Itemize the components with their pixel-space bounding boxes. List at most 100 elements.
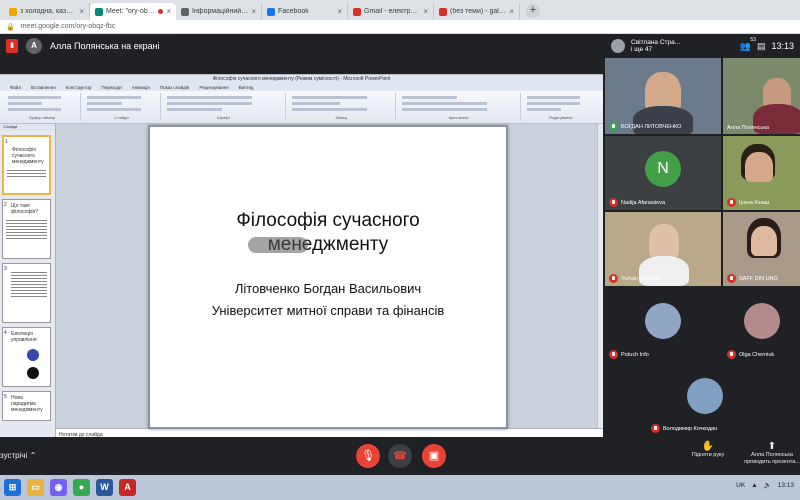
explorer-icon[interactable]: ▭ <box>27 479 44 496</box>
participant-name: SAFF DIN UNO <box>727 274 778 283</box>
mic-off-icon <box>651 424 660 433</box>
facebook-favicon-icon <box>267 7 275 16</box>
ribbon-group: Редагування <box>523 93 599 121</box>
speaking-mic-icon <box>609 122 618 131</box>
url-text[interactable]: meet.google.com/ory-obqz-fbc <box>21 23 116 30</box>
tab-close-icon[interactable]: × <box>166 7 171 16</box>
slide-thumbnail: 5 Нова парадигма менеджменту <box>2 391 51 421</box>
ribbon-group: Слайди <box>83 93 161 121</box>
tab-title: Facebook <box>278 8 309 15</box>
new-tab-button[interactable]: + <box>526 4 540 18</box>
language-indicator[interactable]: UK <box>736 482 745 489</box>
slide-author: Літовченко Богдан Васильович <box>234 281 422 296</box>
participant-tile[interactable]: Алла Полянська <box>723 58 800 134</box>
participant-tile[interactable]: Potuch Info <box>605 288 721 362</box>
chat-icon[interactable]: ▤ <box>757 41 766 52</box>
tab-favicon-icon <box>9 7 17 16</box>
gmail-favicon-icon <box>439 7 447 16</box>
volume-icon[interactable]: 🔈 <box>764 481 772 489</box>
slide-thumbnail: 2 Що таке філософія? <box>2 199 51 259</box>
avatar <box>611 39 625 53</box>
participant-tile[interactable]: Olga Cherniuk <box>723 288 800 362</box>
participant-tile[interactable]: БОГДАН ЛИТОВЧЕНКО <box>605 58 721 134</box>
tab-title: Meet: "ory-obqz-fbc" <box>106 8 156 15</box>
tab-close-icon[interactable]: × <box>251 7 256 16</box>
gmail-favicon-icon <box>353 7 361 16</box>
tray-clock[interactable]: 13:13 <box>778 482 794 489</box>
mic-off-icon <box>727 350 736 359</box>
ppt-ribbon: Буфер обміну Слайди Шрифт Абзац Кресленн… <box>0 91 603 124</box>
avatar <box>687 378 723 414</box>
start-icon[interactable]: ⊞ <box>4 479 21 496</box>
ribbon-group: Абзац <box>288 93 396 121</box>
participant-tile[interactable]: Yurkan Sheydak <box>605 212 721 286</box>
slide-university: Університет митної справи та фінансів <box>211 303 445 318</box>
ribbon-group: Шрифт <box>163 93 286 121</box>
meet-logo-icon: ▮ <box>6 39 18 53</box>
ribbon-tab: Конструктор <box>65 84 92 90</box>
participant-name: БОГДАН ЛИТОВЧЕНКО <box>609 122 681 131</box>
slide-scrollbar[interactable] <box>597 124 603 428</box>
meeting-details-button[interactable]: зустрічі ⌃ <box>0 451 36 460</box>
pdf-favicon-icon <box>181 7 189 16</box>
ribbon-tab: Вигляд <box>238 84 254 90</box>
participant-name: Yurkan Sheydak <box>609 274 661 283</box>
mic-toggle-button[interactable]: 🎙 <box>356 444 380 468</box>
ppt-ribbon-tabs: Файл Вставлення Конструктор Переходи Ані… <box>0 83 603 91</box>
tab-close-icon[interactable]: × <box>79 7 84 16</box>
tab-close-icon[interactable]: × <box>509 7 514 16</box>
recording-dot-icon <box>158 9 164 14</box>
tab-close-icon[interactable]: × <box>423 7 428 16</box>
mic-off-icon <box>609 350 618 359</box>
ppt-window-title: Філософія сучасного менеджменту (Режим с… <box>0 75 603 83</box>
browser-tab[interactable]: Facebook × <box>262 3 348 20</box>
slides-panel-label: Слайди <box>0 124 55 131</box>
mic-off-icon <box>609 274 618 283</box>
people-icon[interactable]: 👥 53 <box>740 37 756 52</box>
browser-tab[interactable]: з холодна, казнаненч× <box>4 3 90 20</box>
slide-title: Філософія сучасного менеджменту <box>236 210 420 255</box>
network-icon[interactable]: ▲ <box>751 482 757 489</box>
browser-tab[interactable]: Gmail - електронна пошта від× <box>348 3 434 20</box>
browser-tab[interactable]: (без теми) - galaprolov@gmail× <box>434 3 520 20</box>
ribbon-group: Креслення <box>398 93 521 121</box>
meeting-info-bar: Світлана Стра... і ще 47 👥 53 ▤ 13:13 <box>605 34 800 58</box>
viber-icon[interactable]: ◉ <box>50 479 67 496</box>
avatar <box>743 303 780 339</box>
tab-title: Інформаційний_вопт.pdf <box>192 8 248 15</box>
ribbon-group: Буфер обміну <box>4 93 82 121</box>
participant-tile[interactable]: SAFF DIN UNO <box>723 212 800 286</box>
ribbon-tab: Показ слайдів <box>159 84 190 90</box>
camera-toggle-button[interactable]: ▣ <box>422 444 446 468</box>
participant-tile[interactable]: N Nadija Afanasieva <box>605 136 721 210</box>
mic-off-icon <box>727 274 736 283</box>
ribbon-tab: Анімація <box>131 84 150 90</box>
current-slide: Філософія сучасного менеджменту Літовчен… <box>148 125 508 429</box>
participant-name: Potuch Info <box>609 350 649 359</box>
speaker-info: Світлана Стра... і ще 47 <box>631 39 681 53</box>
raise-hand-button[interactable]: ✋ Підняти руку <box>680 442 736 459</box>
leave-call-button[interactable]: ☎ <box>388 444 412 468</box>
participant-tile[interactable]: Володимир Кочкодан <box>647 364 763 436</box>
pdf-icon[interactable]: A <box>119 479 136 496</box>
browser-tab[interactable]: Інформаційний_вопт.pdf× <box>176 3 262 20</box>
chrome-icon[interactable]: ● <box>73 479 90 496</box>
word-icon[interactable]: W <box>96 479 113 496</box>
address-bar[interactable]: 🔒 meet.google.com/ory-obqz-fbc <box>0 20 800 34</box>
participant-name: Nadija Afanasieva <box>609 198 665 207</box>
presentation-button[interactable]: ⬆ Алла Полянська проводить презента... <box>744 442 800 466</box>
ribbon-tab: Вставлення <box>31 84 56 90</box>
os-taskbar: ⊞ ▭ ◉ ● W A UK ▲ 🔈 13:13 <box>0 475 800 500</box>
tab-close-icon[interactable]: × <box>337 7 342 16</box>
participant-name: Olga Cherniuk <box>727 350 774 359</box>
clock: 13:13 <box>771 41 794 51</box>
avatar: A <box>26 38 42 54</box>
mic-off-icon <box>609 198 618 207</box>
pointer-highlight <box>248 237 308 253</box>
system-tray: UK ▲ 🔈 13:13 <box>736 481 794 490</box>
browser-tab-active[interactable]: Meet: "ory-obqz-fbc" × <box>90 3 176 20</box>
presenter-bar: ▮ A Алла Полянська на екрані <box>0 34 605 58</box>
slide-thumbnail: 3 <box>2 263 51 323</box>
participant-tile[interactable]: Ірина Кінаш <box>723 136 800 210</box>
meet-favicon-icon <box>95 7 103 16</box>
